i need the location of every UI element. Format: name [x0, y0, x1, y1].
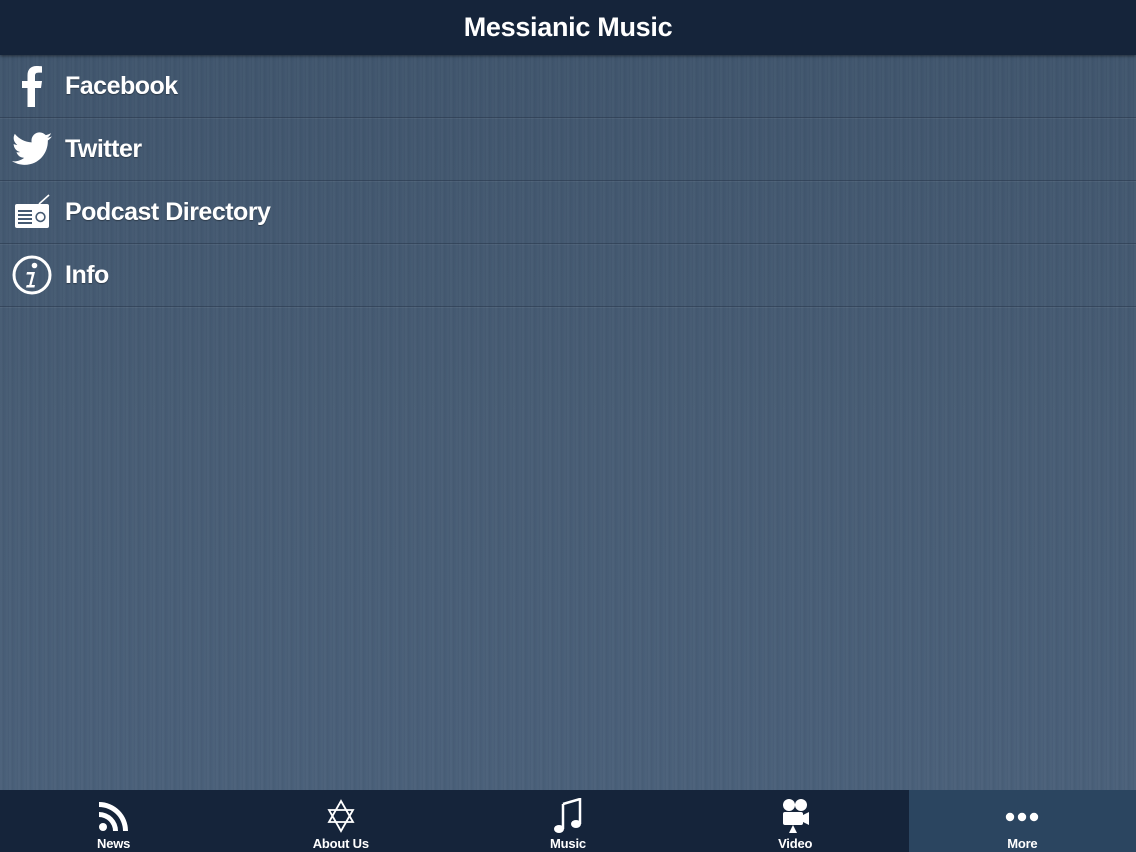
facebook-icon [12, 64, 52, 108]
app-header: Messianic Music [0, 0, 1136, 55]
menu-item-label: Facebook [65, 71, 178, 100]
rss-icon [97, 798, 131, 834]
tab-label: Music [550, 836, 586, 851]
menu-item-podcast-directory[interactable]: Podcast Directory [0, 181, 1136, 244]
tab-label: More [1007, 836, 1038, 851]
info-icon [12, 253, 52, 297]
radio-icon [12, 190, 52, 234]
tab-label: About Us [312, 836, 369, 851]
video-camera-icon [778, 798, 812, 834]
more-dots-icon [1005, 798, 1039, 834]
bottom-tab-bar: News About Us Music Video More [0, 790, 1136, 852]
menu-item-label: Info [65, 260, 109, 289]
tab-more[interactable]: More [908, 790, 1136, 852]
tab-video[interactable]: Video [682, 790, 909, 852]
page-title: Messianic Music [463, 12, 673, 42]
menu-item-label: Twitter [65, 134, 142, 163]
menu-item-label: Podcast Directory [65, 197, 271, 226]
tab-music[interactable]: Music [454, 790, 681, 852]
more-menu-list: Facebook Twitter Podcast Directory Info [0, 55, 1136, 307]
music-note-icon [551, 798, 585, 834]
tab-label: News [97, 836, 131, 851]
menu-item-twitter[interactable]: Twitter [0, 118, 1136, 181]
twitter-icon [12, 127, 52, 171]
menu-item-facebook[interactable]: Facebook [0, 55, 1136, 118]
star-of-david-icon [324, 798, 358, 834]
tab-label: Video [778, 836, 813, 851]
menu-item-info[interactable]: Info [0, 244, 1136, 307]
tab-news[interactable]: News [0, 790, 227, 852]
tab-about-us[interactable]: About Us [227, 790, 454, 852]
